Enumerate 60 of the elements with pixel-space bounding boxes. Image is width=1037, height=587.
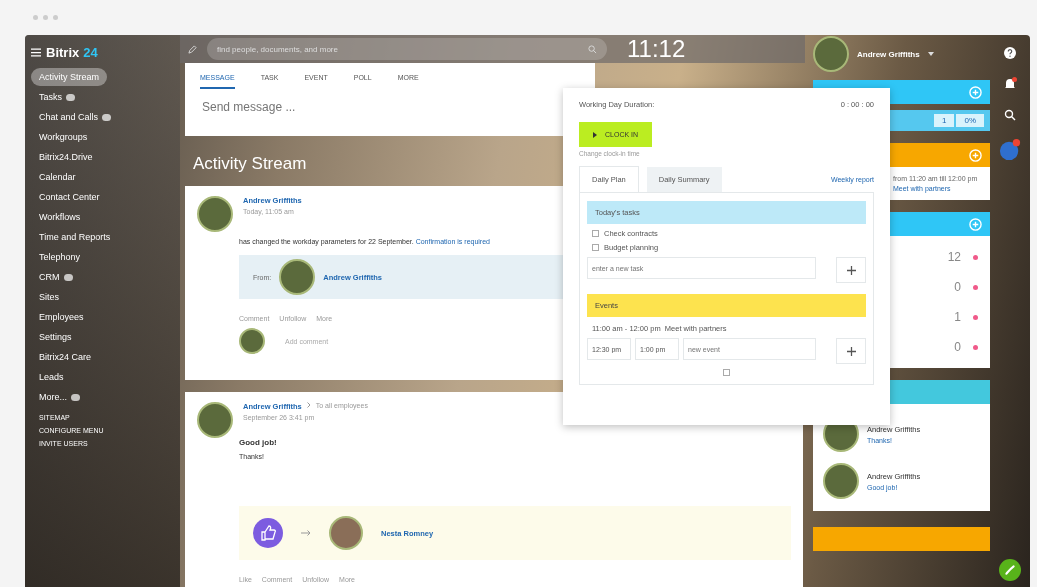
sidebar-item[interactable]: Employees — [31, 308, 92, 326]
avatar — [197, 402, 233, 438]
avatar — [813, 36, 849, 72]
sidebar-item[interactable]: Contact Center — [31, 188, 108, 206]
sidebar-item[interactable]: Time and Reports — [31, 228, 119, 246]
sidebar-item[interactable]: Bitrix24.Drive — [31, 148, 101, 166]
sidebar-item[interactable]: Settings — [31, 328, 80, 346]
checkbox[interactable] — [592, 244, 599, 251]
add-button[interactable] — [836, 338, 866, 364]
play-icon — [593, 131, 597, 138]
sidebar-item[interactable]: Chat and Calls — [31, 108, 120, 126]
pencil-icon[interactable] — [188, 44, 197, 54]
alert-mark-icon — [973, 314, 978, 320]
counter-value: 1 — [934, 114, 955, 127]
post-title: Good job! — [239, 438, 278, 447]
add-icon — [846, 265, 856, 275]
counter-value: 12 — [947, 250, 961, 264]
avatar — [279, 259, 316, 295]
sidebar-item[interactable]: Workgroups — [31, 128, 96, 146]
sidebar-item[interactable]: Workflows — [31, 208, 89, 226]
user-menu[interactable]: Andrew Griffiths — [857, 49, 920, 59]
sidebar-item[interactable]: Calendar — [31, 168, 84, 186]
window-dot — [43, 15, 48, 20]
add-button[interactable] — [836, 257, 866, 283]
window-dot — [53, 15, 58, 20]
sidebar-item[interactable]: CRM — [31, 268, 81, 286]
avatar — [197, 196, 233, 232]
logo[interactable]: Bitrix 24 — [46, 45, 98, 60]
sidebar-item[interactable]: Telephony — [31, 248, 89, 266]
sidebar-item[interactable]: Bitrix24 Care — [31, 348, 100, 366]
help-icon[interactable] — [1004, 47, 1016, 59]
checkbox[interactable] — [723, 369, 730, 376]
thumbs-up-icon — [253, 518, 283, 548]
counter-value: 0 — [954, 340, 961, 354]
counter-value: 1 — [954, 310, 961, 324]
sidebar-item[interactable]: Sites — [31, 288, 67, 306]
window-dot — [33, 15, 38, 20]
chevron-right-icon — [306, 402, 311, 408]
alert-mark-icon — [973, 254, 978, 260]
notification-icon[interactable] — [1003, 77, 1017, 91]
search-icon[interactable] — [1004, 109, 1016, 121]
checkbox[interactable] — [592, 230, 599, 237]
avatar — [823, 463, 859, 499]
sidebar-item[interactable]: More... — [31, 388, 88, 406]
alert-mark-icon — [973, 284, 978, 290]
sidebar-item[interactable]: Leads — [31, 368, 72, 386]
clock-text[interactable]: 11:12 — [617, 35, 797, 63]
menu-icon[interactable] — [31, 48, 41, 57]
caret-down-icon[interactable] — [927, 52, 934, 56]
avatar — [329, 516, 363, 550]
sidebar-item[interactable]: Tasks — [31, 88, 83, 106]
counter-value: 0 — [954, 280, 961, 294]
search-icon — [588, 44, 597, 54]
alert-mark-icon — [973, 344, 978, 350]
page-title: Activity Stream — [193, 154, 307, 174]
add-icon — [846, 346, 856, 356]
avatar — [239, 328, 265, 354]
counter-percent: 0% — [956, 114, 984, 127]
arrow-right-icon — [301, 530, 311, 536]
app-badge-icon[interactable] — [999, 139, 1021, 161]
